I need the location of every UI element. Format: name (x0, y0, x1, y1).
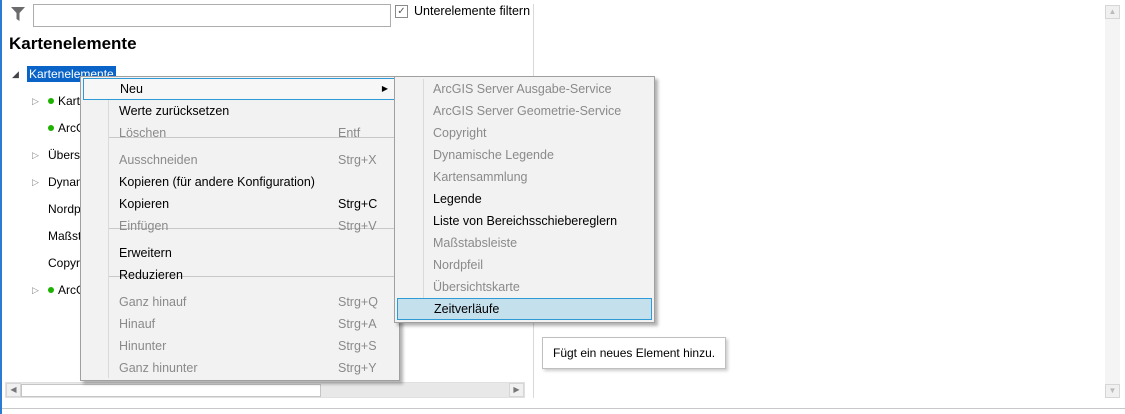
menu-item-shortcut: Strg+V (338, 219, 377, 233)
menu-item-label: Hinunter (119, 339, 167, 353)
menu-item-label: Kopieren (für andere Konfiguration) (119, 175, 315, 189)
submenu-item-label: Liste von Bereichsschiebereglern (433, 214, 618, 228)
expand-icon[interactable]: ▷ (32, 177, 39, 188)
submenu-item[interactable]: Legende (397, 188, 652, 210)
menu-item[interactable]: Erweitern (83, 242, 397, 264)
menu-item-shortcut: Strg+A (338, 317, 377, 331)
menu-item-label: Ganz hinauf (119, 295, 187, 309)
submenu-item-label: Legende (433, 192, 482, 206)
menu-item-label: Neu (120, 82, 143, 96)
tree-item-label: Copyri (48, 256, 83, 270)
submenu-item-label: ArcGIS Server Geometrie-Service (433, 104, 622, 118)
submenu-item[interactable]: ArcGIS Server Ausgabe-Service (397, 78, 652, 100)
menu-item-label: Hinauf (119, 317, 156, 331)
tree-item-label: Übersi (48, 148, 83, 162)
submenu-item[interactable]: Dynamische Legende (397, 144, 652, 166)
submenu-item-label: ArcGIS Server Ausgabe-Service (433, 82, 612, 96)
menu-item[interactable]: Reduzieren (83, 264, 397, 286)
submenu-item[interactable]: Maßstabsleiste (397, 232, 652, 254)
submenu-item-label: Copyright (433, 126, 487, 140)
scroll-down-icon[interactable]: ▼ (1105, 384, 1120, 398)
submenu-arrow-icon: ▶ (381, 84, 388, 93)
menu-item[interactable]: Ganz hinunter Strg+Y (83, 357, 397, 379)
submenu-item-label: Maßstabsleiste (433, 236, 518, 250)
status-dot-icon (48, 287, 54, 293)
submenu-item-label: Nordpfeil (433, 258, 484, 272)
menu-item-label: Einfügen (119, 219, 169, 233)
horizontal-scrollbar[interactable]: ◀ ▶ (5, 382, 525, 398)
menu-item-label: Ausschneiden (119, 153, 198, 167)
scrollbar-thumb[interactable] (21, 384, 321, 397)
menu-item[interactable]: Kopieren (für andere Konfiguration) (83, 171, 397, 193)
tree-item[interactable]: Maßst (48, 229, 81, 243)
menu-item-label: Erweitern (119, 246, 172, 260)
menu-item-shortcut: Strg+C (338, 197, 378, 211)
filter-subelements-label: Unterelemente filtern (414, 4, 531, 18)
menu-item[interactable]: Werte zurücksetzen (83, 100, 397, 122)
status-dot-icon (48, 98, 54, 104)
page-title: Kartenelemente (9, 34, 137, 53)
submenu-item-label: Kartensammlung (433, 170, 528, 184)
submenu-item[interactable]: Kartensammlung (397, 166, 652, 188)
submenu-item[interactable]: ArcGIS Server Geometrie-Service (397, 100, 652, 122)
submenu-item-label: Dynamische Legende (433, 148, 554, 162)
status-divider (2, 408, 1125, 409)
filter-icon[interactable] (10, 6, 26, 22)
menu-item-shortcut: Strg+Y (338, 361, 377, 375)
menu-item[interactable]: Ganz hinauf Strg+Q (83, 291, 397, 313)
tree-item-label: Nordp (48, 202, 81, 216)
menu-item[interactable]: Löschen Entf (83, 122, 397, 144)
tree-item[interactable]: Nordp (48, 202, 81, 216)
submenu-item-label: Zeitverläufe (434, 302, 500, 316)
vertical-scrollbar[interactable]: ▲ ▼ (1105, 5, 1120, 398)
submenu-item[interactable]: Liste von Bereichsschiebereglern (397, 210, 652, 232)
expand-icon[interactable]: ▷ (32, 285, 39, 296)
menu-item[interactable]: Ausschneiden Strg+X (83, 149, 397, 171)
submenu-item-label: Übersichtskarte (433, 280, 520, 294)
menu-item[interactable]: Einfügen Strg+V (83, 215, 397, 237)
tree-item[interactable]: Übersi (48, 148, 83, 162)
submenu-item[interactable]: Übersichtskarte (397, 276, 652, 298)
scroll-right-icon[interactable]: ▶ (509, 383, 524, 397)
tree-item-label: Maßst (48, 229, 82, 243)
filter-subelements-checkbox[interactable]: ✓ (395, 5, 408, 18)
menu-item-shortcut: Strg+X (338, 153, 377, 167)
submenu-item[interactable]: Copyright (397, 122, 652, 144)
menu-item-label: Löschen (119, 126, 167, 140)
menu-item-label: Ganz hinunter (119, 361, 198, 375)
expand-icon[interactable]: ▷ (32, 150, 39, 161)
menu-item-label: Reduzieren (119, 268, 183, 282)
context-menu: Neu ▶ Werte zurücksetzen Löschen Entf Ausschn… (80, 76, 400, 381)
menu-item-label: Werte zurücksetzen (119, 104, 230, 118)
expand-icon[interactable]: ▷ (32, 96, 39, 107)
menu-item-label: Kopieren (119, 197, 170, 211)
menu-item[interactable]: Neu ▶ (83, 78, 397, 100)
menu-item-shortcut: Strg+S (338, 339, 377, 353)
collapse-icon[interactable]: ◢ (12, 69, 19, 80)
menu-item-shortcut: Strg+Q (338, 295, 378, 309)
filter-input[interactable] (33, 4, 391, 27)
window-border (0, 0, 2, 414)
menu-item[interactable]: Hinauf Strg+A (83, 313, 397, 335)
submenu-item[interactable]: Zeitverläufe (397, 298, 652, 320)
menu-item[interactable]: Kopieren Strg+C (83, 193, 397, 215)
tooltip: Fügt ein neues Element hinzu. (542, 337, 726, 369)
status-dot-icon (48, 125, 54, 131)
menu-item-shortcut: Entf (338, 126, 361, 140)
tree-item[interactable]: Copyri (48, 256, 83, 270)
scroll-left-icon[interactable]: ◀ (6, 383, 21, 397)
menu-item[interactable]: Hinunter Strg+S (83, 335, 397, 357)
submenu-item[interactable]: Nordpfeil (397, 254, 652, 276)
scroll-up-icon[interactable]: ▲ (1105, 5, 1120, 19)
submenu-neu: ArcGIS Server Ausgabe-Service ArcGIS Serv… (394, 76, 655, 323)
